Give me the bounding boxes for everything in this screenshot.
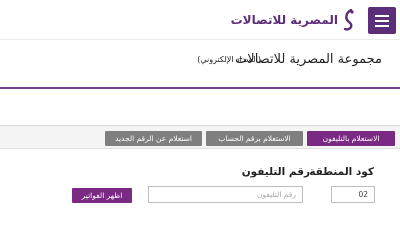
logo-text: المصرية للاتصالات: [230, 13, 338, 27]
tab-phone-inquiry[interactable]: الاستعلام بالتليفون: [307, 131, 395, 146]
area-code-label: كود المنطقة: [309, 166, 374, 178]
hamburger-menu-button[interactable]: [368, 7, 396, 34]
brand-logo[interactable]: المصرية للاتصالات: [231, 8, 356, 32]
menu-line-icon: [375, 15, 389, 17]
phone-label: رقم التليفون: [241, 166, 310, 178]
page-subtitle: (السداد الإلكتروني): [197, 55, 261, 64]
tab-account-inquiry[interactable]: الاستعلام برقم الحساب: [206, 131, 303, 146]
area-code-input[interactable]: [331, 186, 375, 203]
tab-new-number-inquiry[interactable]: استعلام عن الرقم الجديد: [105, 131, 202, 146]
phone-number-input[interactable]: [148, 186, 303, 203]
show-bills-button[interactable]: اظهر الفواتير: [72, 188, 132, 203]
logo-mark-icon: [343, 9, 354, 31]
menu-line-icon: [375, 25, 389, 27]
header-divider: [0, 87, 400, 89]
menu-line-icon: [375, 20, 389, 22]
